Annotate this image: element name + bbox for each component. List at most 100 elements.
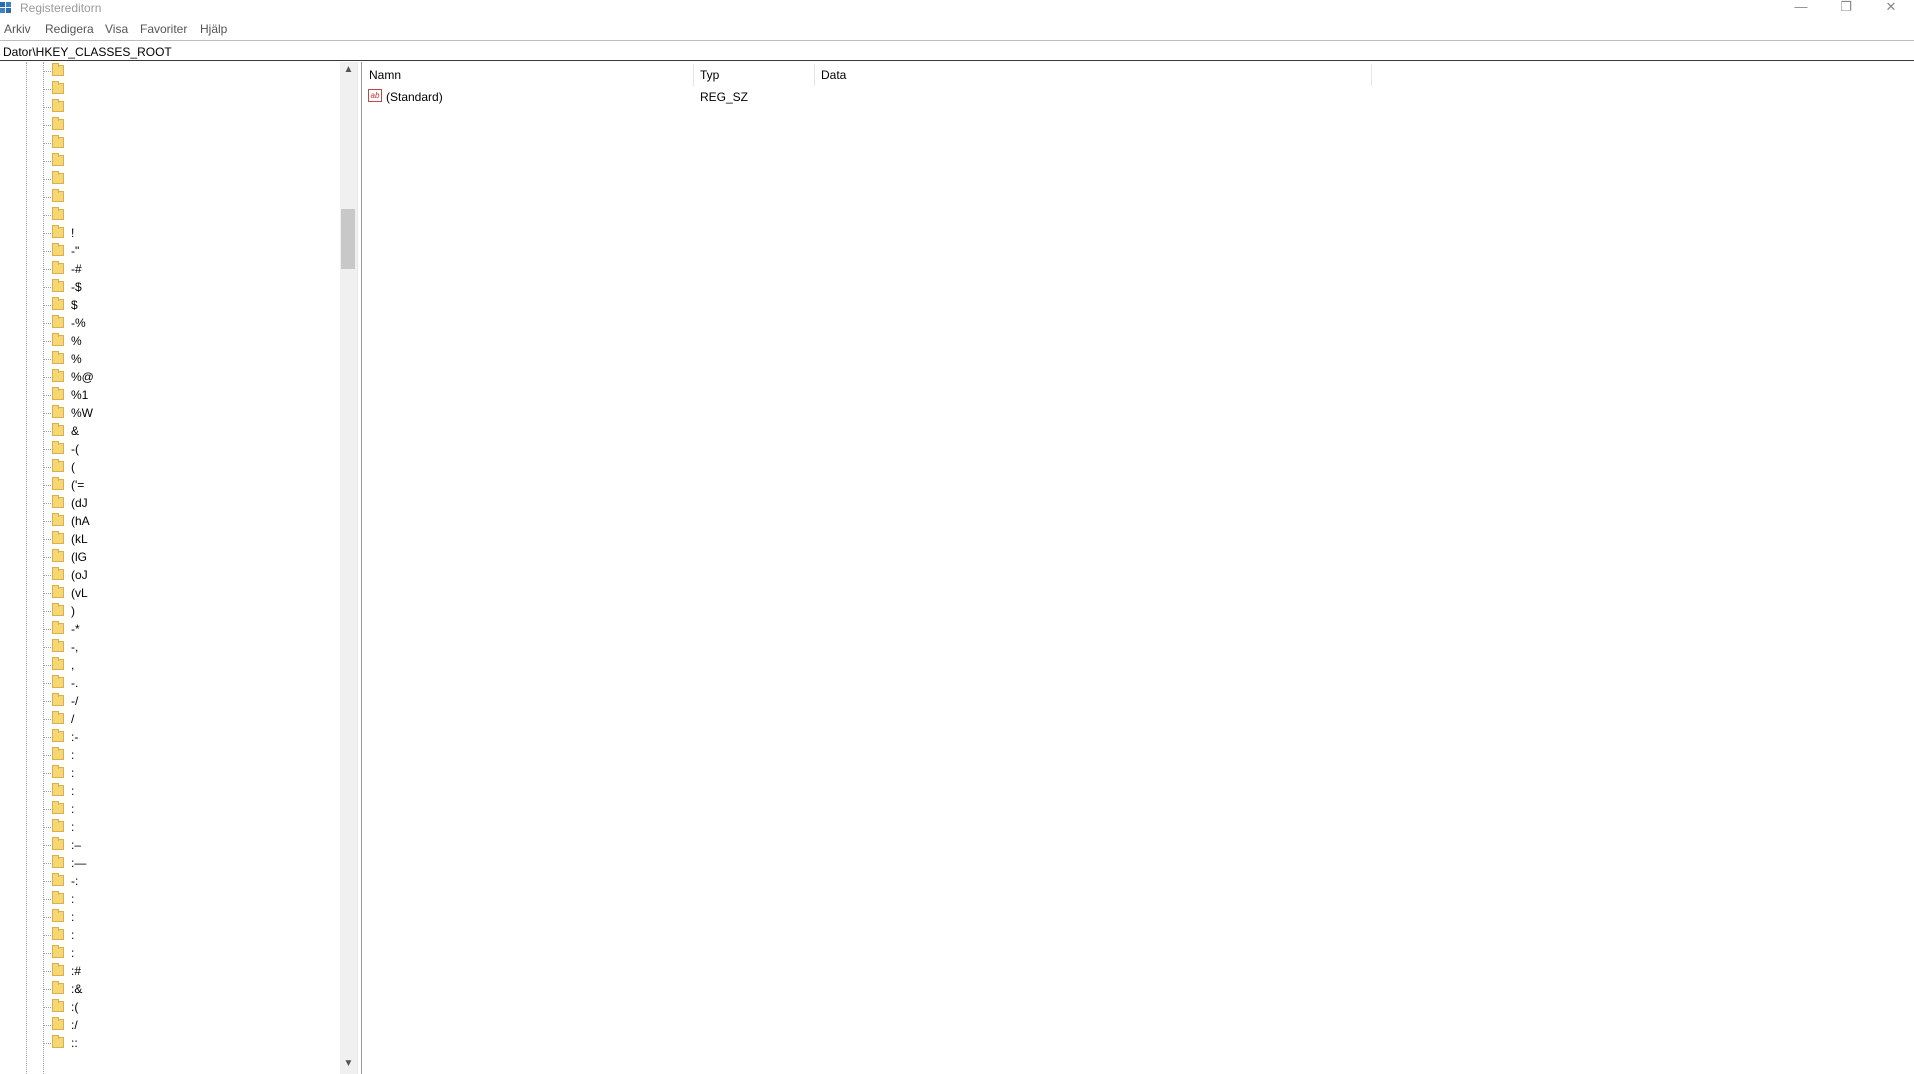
tree-connector	[44, 1007, 51, 1008]
tree-item[interactable]	[0, 98, 340, 116]
scroll-up-icon[interactable]: ▲	[340, 64, 357, 78]
value-row[interactable]: ab (Standard) REG_SZ	[363, 87, 1914, 105]
tree-connector	[44, 179, 51, 180]
tree-scrollbar[interactable]: ▲ ▼	[340, 62, 357, 1074]
tree-item[interactable]: :(	[0, 998, 340, 1016]
tree-connector	[44, 701, 51, 702]
tree-item[interactable]: %@	[0, 368, 340, 386]
tree-item[interactable]: :/	[0, 1016, 340, 1034]
tree-item[interactable]: -,	[0, 638, 340, 656]
folder-icon	[52, 873, 64, 886]
tree-item[interactable]: (hA	[0, 512, 340, 530]
tree-connector	[44, 935, 51, 936]
tree-item[interactable]: %	[0, 350, 340, 368]
tree-item[interactable]: (kL	[0, 530, 340, 548]
tree-item[interactable]: %	[0, 332, 340, 350]
menu-redigera[interactable]: Redigera	[45, 22, 94, 36]
folder-icon	[52, 657, 64, 670]
tree-item-label: :	[71, 910, 75, 924]
column-separator[interactable]	[1371, 64, 1372, 86]
tree-item-label: :	[71, 802, 75, 816]
tree-item[interactable]: %1	[0, 386, 340, 404]
tree-item[interactable]: (dJ	[0, 494, 340, 512]
tree-item[interactable]: -#	[0, 260, 340, 278]
tree-item[interactable]: :	[0, 764, 340, 782]
tree-item[interactable]: :—	[0, 854, 340, 872]
tree-item[interactable]: -%	[0, 314, 340, 332]
minimize-button[interactable]: —	[1778, 0, 1824, 18]
tree-item[interactable]: :	[0, 800, 340, 818]
tree-item[interactable]: -$	[0, 278, 340, 296]
tree-item-label: :&	[71, 982, 83, 996]
folder-icon	[52, 999, 64, 1012]
tree-item[interactable]: /	[0, 710, 340, 728]
tree-item[interactable]	[0, 62, 340, 80]
menu-favoriter[interactable]: Favoriter	[140, 22, 187, 36]
tree-connector	[44, 161, 51, 162]
tree-item[interactable]	[0, 206, 340, 224]
tree-item[interactable]: -:	[0, 872, 340, 890]
tree-item[interactable]: -*	[0, 620, 340, 638]
tree-connector	[44, 395, 51, 396]
tree-item[interactable]	[0, 80, 340, 98]
tree-item[interactable]	[0, 152, 340, 170]
menu-hjalp[interactable]: Hjälp	[200, 22, 227, 36]
tree-item[interactable]: !	[0, 224, 340, 242]
tree-item[interactable]: %W	[0, 404, 340, 422]
maximize-button[interactable]: ❐	[1823, 0, 1869, 18]
scroll-thumb[interactable]	[341, 209, 355, 269]
column-header-data[interactable]: Data	[815, 62, 1371, 86]
tree-item[interactable]: (vL	[0, 584, 340, 602]
tree-item[interactable]: (oJ	[0, 566, 340, 584]
pane-splitter[interactable]	[357, 62, 362, 1074]
tree-item[interactable]: (lG	[0, 548, 340, 566]
tree-item[interactable]: $	[0, 296, 340, 314]
tree-item[interactable]: ('=	[0, 476, 340, 494]
tree-connector	[44, 539, 51, 540]
scroll-down-icon[interactable]: ▼	[340, 1058, 357, 1072]
tree-item[interactable]: :	[0, 908, 340, 926]
folder-icon	[52, 585, 64, 598]
tree-item[interactable]: :	[0, 890, 340, 908]
tree-item[interactable]: :	[0, 926, 340, 944]
tree-item[interactable]: ,	[0, 656, 340, 674]
column-header-namn[interactable]: Namn	[363, 62, 693, 86]
tree-item[interactable]: (	[0, 458, 340, 476]
tree-item[interactable]: :	[0, 782, 340, 800]
tree-item[interactable]: :–	[0, 836, 340, 854]
folder-icon	[52, 369, 64, 382]
tree-item[interactable]: -/	[0, 692, 340, 710]
tree-item-label: -#	[71, 262, 82, 276]
folder-icon	[52, 765, 64, 778]
tree-item[interactable]: :-	[0, 728, 340, 746]
tree-item[interactable]	[0, 170, 340, 188]
tree-item[interactable]: -.	[0, 674, 340, 692]
folder-icon	[52, 675, 64, 688]
folder-icon	[52, 405, 64, 418]
address-bar[interactable]: Dator\HKEY_CLASSES_ROOT	[0, 40, 1914, 61]
tree-item[interactable]: )	[0, 602, 340, 620]
tree-item[interactable]: :	[0, 746, 340, 764]
folder-icon	[52, 117, 64, 130]
tree-item[interactable]: &	[0, 422, 340, 440]
close-button[interactable]: ✕	[1868, 0, 1914, 18]
tree-item-label: (vL	[71, 586, 88, 600]
tree-item[interactable]	[0, 188, 340, 206]
tree-item[interactable]	[0, 116, 340, 134]
tree-connector	[44, 197, 51, 198]
tree-item[interactable]	[0, 134, 340, 152]
tree-item[interactable]: ::	[0, 1034, 340, 1052]
tree-item[interactable]: :&	[0, 980, 340, 998]
menu-arkiv[interactable]: Arkiv	[4, 22, 31, 36]
tree-item[interactable]: :#	[0, 962, 340, 980]
tree-connector	[44, 845, 51, 846]
tree-connector	[44, 989, 51, 990]
column-header-typ[interactable]: Typ	[694, 62, 814, 86]
tree-item[interactable]: -(	[0, 440, 340, 458]
menu-visa[interactable]: Visa	[105, 22, 128, 36]
tree-item[interactable]: :	[0, 818, 340, 836]
tree-connector	[44, 341, 51, 342]
tree-item[interactable]: -"	[0, 242, 340, 260]
folder-icon	[52, 639, 64, 652]
tree-item[interactable]: :	[0, 944, 340, 962]
